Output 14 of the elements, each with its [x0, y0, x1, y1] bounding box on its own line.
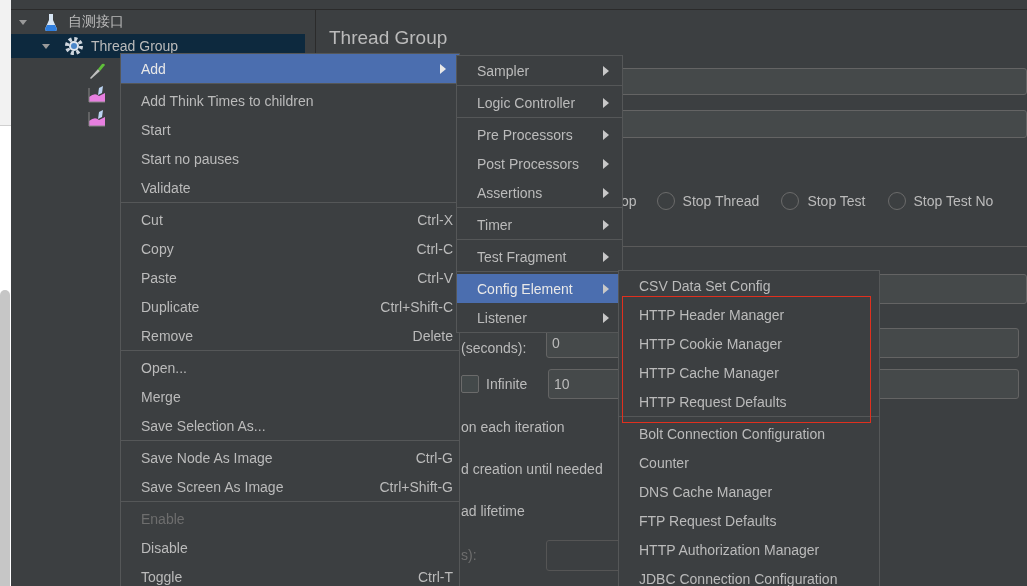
- option-label: d creation until needed: [461, 460, 603, 479]
- option-label: on each iteration: [461, 418, 565, 437]
- shortcut-label: Ctrl-V: [417, 269, 453, 286]
- field-label: (seconds):: [461, 339, 528, 358]
- shortcut-label: Ctrl-T: [418, 568, 453, 585]
- shortcut-label: Ctrl-C: [416, 240, 453, 257]
- shortcut-label: Ctrl-X: [417, 211, 453, 228]
- shortcut-label: Delete: [412, 327, 453, 344]
- shortcut-label: Ctrl+Shift-G: [379, 478, 453, 495]
- option-label: ad lifetime: [461, 502, 525, 521]
- shortcut-label: Ctrl+Shift-C: [380, 298, 453, 315]
- checkbox-label: Infinite: [486, 376, 529, 392]
- shortcut-label: Ctrl-G: [415, 449, 453, 466]
- panel-title: Thread Group: [329, 26, 449, 50]
